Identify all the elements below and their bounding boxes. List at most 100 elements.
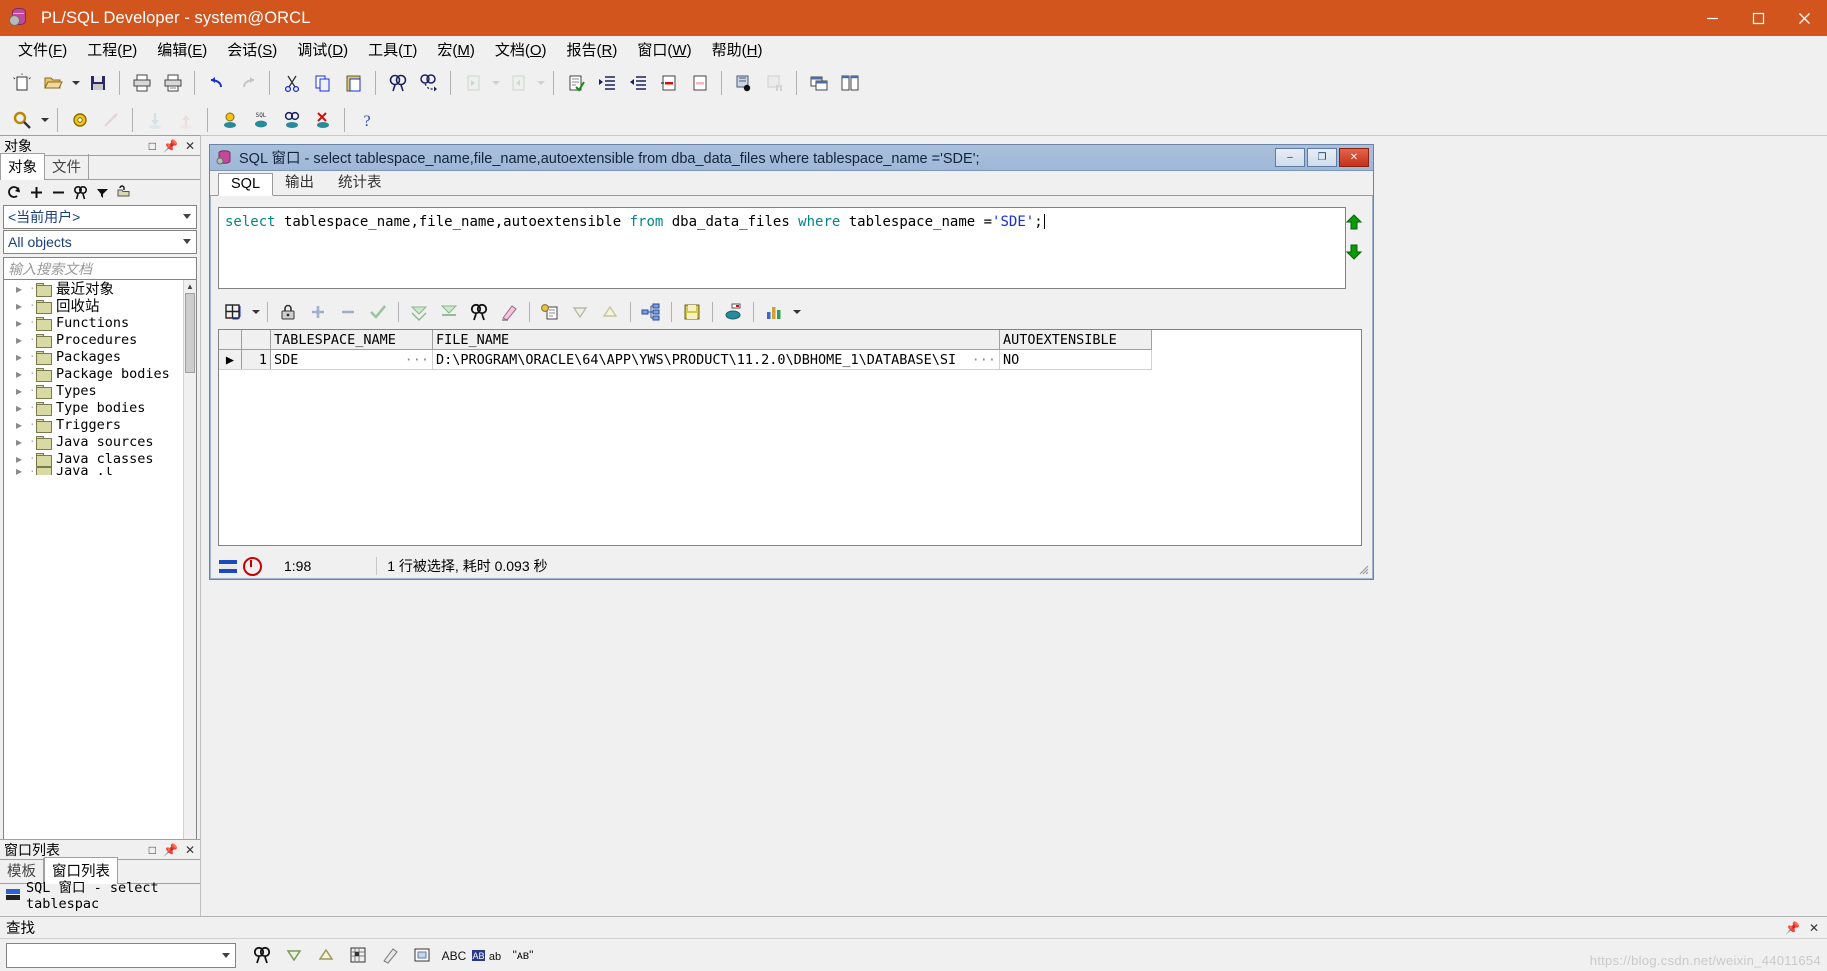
chevron-right-icon[interactable]: ▸	[16, 316, 29, 330]
delete-row-icon[interactable]	[333, 298, 363, 326]
export-icon[interactable]	[170, 105, 201, 135]
next-dropdown-icon[interactable]	[533, 68, 547, 98]
menu-item-debug[interactable]: 调试(D)	[287, 36, 358, 63]
tree-item[interactable]: ▸··Java classes	[4, 450, 184, 467]
find-down-icon[interactable]	[278, 942, 310, 968]
tree-item[interactable]: ▸··Java sources	[4, 433, 184, 450]
cell-tablespace-name[interactable]: ··· SDE	[270, 349, 433, 370]
object-search-input[interactable]: 输入搜索文档	[3, 257, 197, 281]
tab-statistics[interactable]: 统计表	[326, 169, 394, 195]
chevron-right-icon[interactable]: ▸	[16, 401, 29, 415]
prev-dropdown-icon[interactable]	[488, 68, 502, 98]
menu-item-edit[interactable]: 编辑(E)	[147, 36, 217, 63]
session-icon[interactable]	[214, 105, 245, 135]
menu-item-file[interactable]: 文件(F)	[8, 36, 77, 63]
resize-grip[interactable]	[1357, 563, 1369, 575]
cell-autoextensible[interactable]: NO	[999, 349, 1152, 370]
grid-layout-icon[interactable]	[218, 298, 248, 326]
list-item[interactable]: SQL 窗口 - select tablespac	[0, 880, 200, 912]
result-grid[interactable]: TABLESPACE_NAME FILE_NAME AUTOEXTENSIBLE…	[218, 329, 1362, 546]
chevron-right-icon[interactable]: ▸	[16, 299, 29, 313]
chevron-right-icon[interactable]: ▸	[16, 333, 29, 347]
chart-icon[interactable]	[759, 298, 789, 326]
menu-item-report[interactable]: 报告(R)	[557, 36, 628, 63]
tree-item-partial[interactable]: ▸··Java .l	[4, 467, 184, 475]
find-up-icon[interactable]	[310, 942, 342, 968]
prev-document-icon[interactable]	[457, 68, 488, 98]
save-icon[interactable]	[677, 298, 707, 326]
menu-item-window[interactable]: 窗口(W)	[627, 36, 701, 63]
restore-icon[interactable]: □	[149, 843, 156, 857]
print-preview-icon[interactable]	[157, 68, 188, 98]
help-icon[interactable]: ?	[351, 105, 382, 135]
row-selector-icon[interactable]: ▶	[219, 349, 242, 370]
beautifier-icon[interactable]	[64, 105, 95, 135]
object-filter-combo[interactable]: All objects	[3, 230, 197, 254]
scroll-down-arrow-icon[interactable]	[1343, 237, 1365, 267]
open-dropdown-icon[interactable]	[68, 68, 82, 98]
tree-item[interactable]: ▸··回收站	[4, 297, 184, 316]
tree-item[interactable]: ▸··Packages	[4, 348, 184, 365]
chart-dropdown-icon[interactable]	[789, 298, 803, 326]
filter-icon[interactable]	[93, 183, 112, 202]
chevron-right-icon[interactable]: ▸	[16, 418, 29, 432]
highlight-icon[interactable]	[374, 942, 406, 968]
cell-file-name[interactable]: ··· D:\PROGRAM\ORACLE\64\APP\YWS\PRODUCT\…	[432, 349, 1000, 370]
find-icon[interactable]	[382, 68, 413, 98]
menu-item-help[interactable]: 帮助(H)	[702, 36, 773, 63]
column-header-file-name[interactable]: FILE_NAME	[432, 330, 1000, 350]
window-list-icon[interactable]	[803, 68, 834, 98]
tab-sql[interactable]: SQL	[218, 173, 274, 196]
restore-icon[interactable]: □	[149, 139, 156, 153]
whole-word-icon[interactable]: AB ab	[470, 942, 506, 968]
find-icon[interactable]	[71, 183, 90, 202]
refresh-icon[interactable]	[5, 183, 24, 202]
grid-layout-dropdown-icon[interactable]	[248, 298, 262, 326]
regex-icon[interactable]: "ᴀʙ"	[506, 942, 540, 968]
next-document-icon[interactable]	[502, 68, 533, 98]
close-icon[interactable]: ✕	[185, 139, 195, 153]
tab-output[interactable]: 输出	[273, 169, 326, 195]
fetch-last-icon[interactable]	[434, 298, 464, 326]
user-filter-combo[interactable]: <当前用户>	[3, 205, 197, 229]
tab-files[interactable]: 文件	[45, 154, 89, 179]
test-sql-icon[interactable]: SQL	[245, 105, 276, 135]
close-icon[interactable]: ✕	[1809, 921, 1819, 935]
scroll-up-arrow-icon[interactable]	[1343, 207, 1365, 237]
print-icon[interactable]	[126, 68, 157, 98]
logoff-icon[interactable]	[307, 105, 338, 135]
chevron-down-icon[interactable]	[222, 952, 230, 958]
select-icon[interactable]	[406, 942, 438, 968]
menu-item-document[interactable]: 文档(O)	[485, 36, 557, 63]
save-icon[interactable]	[82, 68, 113, 98]
tab-objects[interactable]: 对象	[0, 153, 45, 180]
tree-item[interactable]: ▸··Types	[4, 382, 184, 399]
sql-window-minimize-button[interactable]: –	[1275, 148, 1305, 167]
object-tree[interactable]: ▸··最近对象 ▸··回收站 ▸··Functions ▸··Procedure…	[3, 279, 197, 917]
table-row[interactable]: ▶ 1 ··· SDE ··· D:\PROGRAM\ORACLE\64\APP\Y…	[219, 349, 1152, 370]
outdent-icon[interactable]	[622, 68, 653, 98]
uncomment-icon[interactable]	[684, 68, 715, 98]
find-icon[interactable]	[246, 942, 278, 968]
cell-ellipsis-icon[interactable]: ···	[397, 352, 429, 368]
menu-item-session[interactable]: 会话(S)	[217, 36, 287, 63]
find-icon[interactable]	[464, 298, 494, 326]
chevron-right-icon[interactable]: ▸	[16, 282, 29, 296]
chevron-right-icon[interactable]: ▸	[16, 452, 29, 466]
menu-item-tools[interactable]: 工具(T)	[358, 36, 427, 63]
tree-item[interactable]: ▸··Procedures	[4, 331, 184, 348]
find-db-object-icon[interactable]	[276, 105, 307, 135]
explain-plan-icon[interactable]	[95, 105, 126, 135]
query-icon[interactable]	[6, 105, 37, 135]
sql-window-title-bar[interactable]: SQL 窗口 - select tablespace_name,file_nam…	[210, 145, 1373, 171]
open-icon[interactable]	[37, 68, 68, 98]
grid-corner[interactable]	[219, 330, 242, 350]
post-changes-icon[interactable]	[363, 298, 393, 326]
check-syntax-icon[interactable]	[560, 68, 591, 98]
comment-icon[interactable]	[653, 68, 684, 98]
lock-icon[interactable]	[273, 298, 303, 326]
minimize-button[interactable]	[1689, 0, 1735, 36]
undo-icon[interactable]	[201, 68, 232, 98]
column-header-tablespace-name[interactable]: TABLESPACE_NAME	[270, 330, 433, 350]
chevron-right-icon[interactable]: ▸	[16, 384, 29, 398]
